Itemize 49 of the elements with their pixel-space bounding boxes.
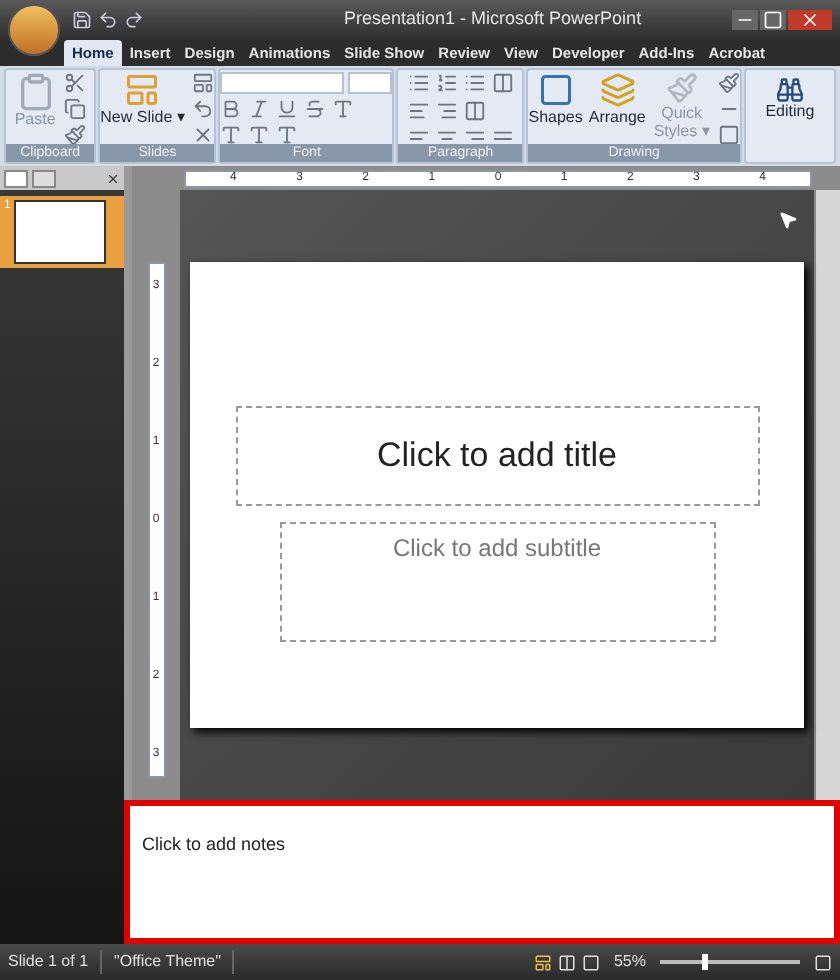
numbering-icon[interactable] — [435, 72, 458, 94]
zoom-level: 55% — [613, 950, 646, 974]
arrange-button[interactable]: Arrange — [588, 72, 646, 126]
notes-pane[interactable]: Click to add notes — [124, 800, 840, 944]
pointer-icon — [778, 210, 798, 230]
slide-counter: Slide 1 of 1 — [8, 950, 103, 974]
columns-icon[interactable] — [491, 72, 514, 94]
undo-icon[interactable] — [98, 10, 118, 30]
paintbrush-icon — [665, 72, 698, 104]
bold-icon[interactable] — [220, 98, 243, 120]
maximize-icon[interactable] — [760, 10, 786, 30]
window-title: Presentation1 - Microsoft PowerPoint — [344, 6, 642, 33]
shapes-button[interactable]: Shapes — [528, 72, 583, 126]
clipboard-icon — [15, 72, 56, 112]
copy-icon[interactable] — [63, 98, 86, 120]
theme-name: "Office Theme" — [102, 950, 235, 974]
notes-placeholder[interactable]: Click to add notes — [142, 834, 286, 854]
strikethrough-icon[interactable] — [304, 98, 327, 120]
scissors-icon[interactable] — [63, 72, 86, 94]
underline-icon[interactable] — [276, 98, 299, 120]
office-button[interactable] — [8, 4, 60, 56]
slides-tab[interactable] — [4, 169, 28, 187]
justify-icon[interactable] — [491, 128, 514, 144]
delete-icon[interactable] — [192, 124, 215, 144]
scrollbar[interactable] — [814, 190, 840, 800]
align-center-icon[interactable] — [435, 128, 458, 144]
zoom-thumb[interactable] — [702, 954, 708, 970]
sorter-view-icon[interactable] — [557, 953, 576, 971]
editing-button[interactable]: Editing — [765, 76, 815, 162]
normal-view-icon[interactable] — [533, 953, 552, 971]
thumbnail-slide — [14, 200, 107, 264]
square-icon — [537, 72, 574, 108]
close-icon[interactable] — [106, 171, 120, 185]
title-placeholder[interactable]: Click to add title — [235, 406, 759, 506]
search-icon — [775, 76, 804, 104]
font-field[interactable] — [220, 72, 345, 94]
minimize-icon[interactable] — [732, 10, 758, 30]
new-slide-button[interactable]: New Slide ▾ — [100, 72, 185, 126]
subtitle-placeholder[interactable]: Click to add subtitle — [279, 522, 715, 642]
outline-tab[interactable] — [32, 169, 56, 187]
align-right-icon[interactable] — [463, 128, 486, 144]
paintbrush-icon[interactable] — [63, 124, 86, 144]
font-size-field[interactable] — [348, 72, 393, 94]
close-icon[interactable] — [788, 10, 832, 30]
italic-icon[interactable] — [248, 98, 271, 120]
redo-icon[interactable] — [124, 10, 144, 30]
align-left-icon[interactable] — [407, 128, 430, 144]
layers-icon — [599, 72, 636, 108]
save-icon[interactable] — [72, 10, 92, 30]
